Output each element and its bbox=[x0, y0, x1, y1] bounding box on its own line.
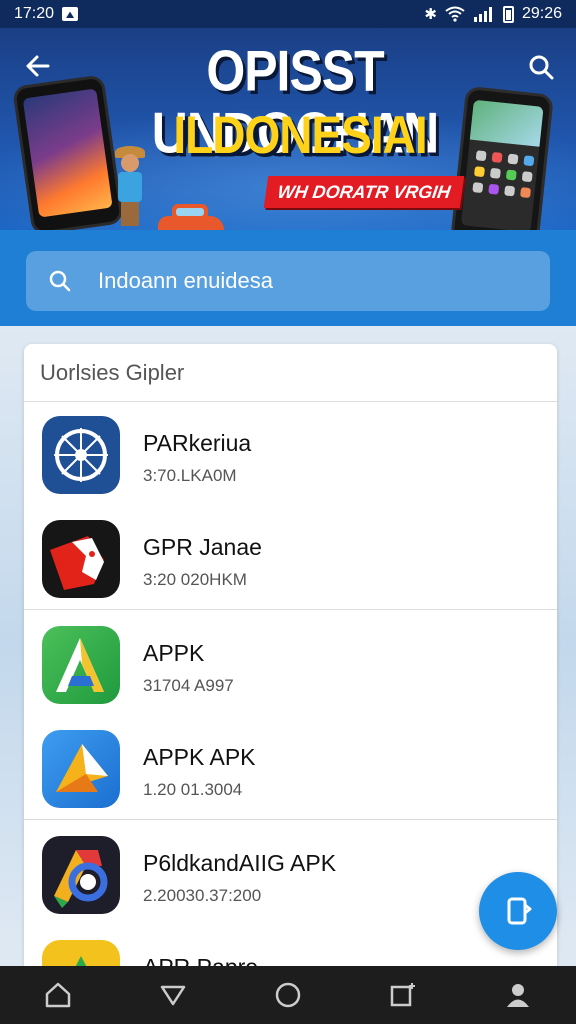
search-button[interactable] bbox=[522, 48, 562, 88]
profile-icon bbox=[507, 984, 530, 1007]
search-input-value: Indoann enuidesa bbox=[98, 268, 273, 293]
blue-arrow-icon bbox=[42, 730, 120, 808]
red-shape-icon bbox=[42, 520, 120, 598]
battery-icon bbox=[502, 5, 514, 23]
app-list-card: Uorlsies Gipler PARkeriua 3:70.LKA0M GPR… bbox=[24, 344, 557, 966]
app-meta: 2.20030.37:200 bbox=[143, 886, 262, 905]
signal-icon bbox=[473, 7, 492, 22]
list-item[interactable]: APPK 31704 A997 bbox=[24, 612, 557, 716]
nav-profile-button[interactable] bbox=[494, 971, 542, 1019]
nav-recents-button[interactable] bbox=[379, 971, 427, 1019]
list-item[interactable]: P6ldkandAIIG APK 2.20030.37:200 bbox=[24, 822, 557, 926]
hero-banner: OPISST UNDOOHAN ILDONESIAI WH DORATR VRG… bbox=[0, 28, 576, 230]
share-phone-icon bbox=[507, 897, 532, 925]
list-item[interactable]: APPK APK 1.20 01.3004 bbox=[24, 716, 557, 820]
status-bar: 17:20 ✱ 29:26 bbox=[0, 0, 576, 28]
bluetooth-icon: ✱ bbox=[424, 6, 437, 23]
search-section: Indoann enuidesa bbox=[0, 230, 576, 326]
arrow-left-icon bbox=[26, 55, 50, 77]
banner-tag: WH DORATR VRGIH bbox=[263, 176, 465, 208]
recents-icon bbox=[390, 983, 416, 1007]
circle-home-icon bbox=[275, 982, 301, 1008]
compass-icon bbox=[42, 416, 120, 494]
image-icon bbox=[62, 7, 79, 21]
back-triangle-icon bbox=[160, 985, 186, 1006]
nav-back-button[interactable] bbox=[149, 971, 197, 1019]
search-input[interactable]: Indoann enuidesa bbox=[26, 251, 550, 311]
colorful-ring-icon bbox=[42, 836, 120, 914]
app-name: PARkeriua bbox=[143, 430, 252, 456]
app-meta: 3:70.LKA0M bbox=[143, 466, 237, 485]
nav-circle-button[interactable] bbox=[264, 971, 312, 1019]
car-illustration bbox=[158, 204, 224, 230]
app-name: P6ldkandAIIG APK bbox=[143, 850, 337, 876]
app-name: GPR Janae bbox=[143, 534, 262, 560]
list-header: Uorlsies Gipler bbox=[24, 344, 557, 402]
app-name: APPK bbox=[143, 640, 205, 666]
status-time-right: 29:26 bbox=[521, 5, 562, 22]
wifi-icon bbox=[445, 6, 465, 22]
green-a-icon bbox=[42, 626, 120, 704]
home-icon bbox=[45, 982, 70, 1008]
search-icon bbox=[529, 55, 554, 80]
nav-home-button[interactable] bbox=[34, 971, 82, 1019]
yellow-triangle-icon bbox=[42, 940, 120, 966]
list-item[interactable]: APR Papre bbox=[24, 926, 557, 966]
floating-action-button[interactable] bbox=[479, 872, 557, 950]
app-meta: 1.20 01.3004 bbox=[143, 780, 243, 799]
app-name: APR Papre bbox=[143, 954, 258, 966]
app-meta: 31704 A997 bbox=[143, 676, 234, 695]
banner-subtitle: ILDONESIAI bbox=[173, 104, 427, 165]
app-meta: 3:20 020HKM bbox=[143, 570, 247, 589]
system-navigation-bar bbox=[0, 966, 576, 1024]
list-item[interactable]: GPR Janae 3:20 020HKM bbox=[24, 506, 557, 610]
app-name: APPK APK bbox=[143, 744, 256, 770]
back-button[interactable] bbox=[18, 46, 58, 86]
search-icon bbox=[49, 270, 71, 292]
list-item[interactable]: PARkeriua 3:70.LKA0M bbox=[24, 402, 557, 506]
status-time: 17:20 bbox=[14, 5, 55, 22]
